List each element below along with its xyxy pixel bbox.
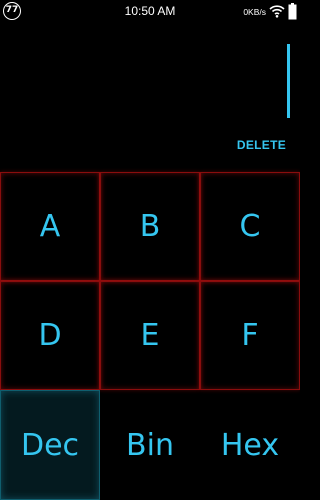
key-a[interactable]: A	[0, 172, 100, 281]
key-f[interactable]: F	[200, 281, 300, 390]
mode-hex-button[interactable]: Hex	[200, 390, 300, 500]
key-c[interactable]: C	[200, 172, 300, 281]
key-d[interactable]: D	[0, 281, 100, 390]
number-display[interactable]: DELETE	[0, 24, 300, 170]
status-bar: 77 10:50 AM 0KB/s	[0, 0, 300, 24]
text-cursor	[287, 44, 290, 118]
base-mode-selector: Dec Bin Hex	[0, 390, 300, 500]
battery-icon	[288, 3, 297, 20]
mode-bin-button[interactable]: Bin	[100, 390, 200, 500]
hex-keypad: A B C D E F	[0, 172, 300, 390]
mode-dec-button[interactable]: Dec	[0, 390, 100, 500]
key-e[interactable]: E	[100, 281, 200, 390]
network-speed: 0KB/s	[243, 7, 266, 17]
key-b[interactable]: B	[100, 172, 200, 281]
app-screen: 77 10:50 AM 0KB/s DELETE A B C D E F Dec…	[0, 0, 300, 500]
wifi-icon	[269, 5, 285, 18]
delete-button[interactable]: DELETE	[237, 138, 286, 152]
